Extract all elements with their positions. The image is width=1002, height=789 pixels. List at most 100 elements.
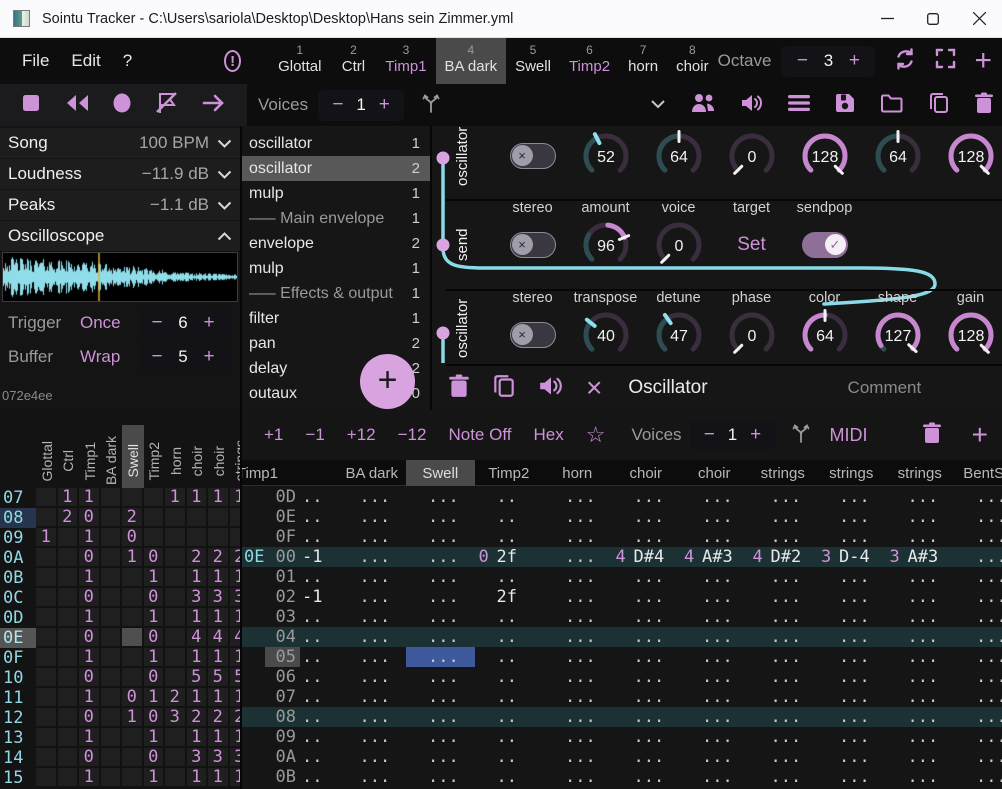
note-cell[interactable]: ... <box>543 767 612 787</box>
order-cell[interactable]: 1 <box>230 488 241 508</box>
open-folder-icon[interactable] <box>880 93 904 118</box>
note-cell[interactable]: .. <box>475 747 544 767</box>
order-cell[interactable] <box>58 628 80 648</box>
note-cell[interactable]: ... <box>338 607 407 627</box>
track-header-swell[interactable]: Swell <box>406 460 475 486</box>
order-cell[interactable]: 5 <box>230 668 241 688</box>
note-cell[interactable]: ... <box>817 507 886 527</box>
note-cell[interactable]: ... <box>886 527 955 547</box>
order-cell[interactable] <box>101 508 123 528</box>
note-cell[interactable]: ... <box>749 587 818 607</box>
buffer-mode-button[interactable]: Wrap <box>80 347 120 367</box>
note-cell[interactable]: ... <box>749 647 818 667</box>
stereo-toggle[interactable]: × <box>510 143 556 169</box>
order-cell[interactable] <box>101 708 123 728</box>
order-cell[interactable] <box>101 668 123 688</box>
volume-icon[interactable] <box>740 92 764 119</box>
order-cell[interactable] <box>122 568 144 588</box>
note-cell[interactable]: ... <box>338 667 407 687</box>
note-cell[interactable]: ... <box>338 527 407 547</box>
note-cell[interactable]: ... <box>680 567 749 587</box>
order-cell[interactable] <box>165 508 187 528</box>
note-cell[interactable]: ... <box>749 607 818 627</box>
order-cell[interactable]: 1 <box>36 528 58 548</box>
order-cell[interactable]: 1 <box>208 488 230 508</box>
order-cell[interactable]: 1 <box>187 568 209 588</box>
order-column-header-swell[interactable]: Swell <box>122 425 144 497</box>
order-cell[interactable]: 1 <box>208 648 230 668</box>
rewind-button[interactable] <box>64 93 90 118</box>
note-cell[interactable]: ... <box>749 507 818 527</box>
note-voices-decrement-button[interactable]: − <box>700 424 720 446</box>
order-cell[interactable] <box>165 568 187 588</box>
order-cell[interactable] <box>36 568 58 588</box>
note-cell[interactable]: ... <box>954 747 1002 767</box>
note-cell[interactable]: ... <box>817 567 886 587</box>
note-cell[interactable]: ... <box>886 747 955 767</box>
oscilloscope-row[interactable]: Oscilloscope <box>0 221 240 251</box>
unit-list-item-Mainenvelope[interactable]: ––– Main envelope1 <box>242 206 430 231</box>
note-cell[interactable]: ... <box>680 627 749 647</box>
note-cell[interactable]: ... <box>817 587 886 607</box>
order-cell[interactable]: 1 <box>187 728 209 748</box>
order-cell[interactable]: 1 <box>79 648 101 668</box>
order-cell[interactable]: 4 <box>187 628 209 648</box>
order-cell[interactable]: 3 <box>187 588 209 608</box>
note-cell[interactable]: ... <box>954 547 1002 567</box>
note-cell[interactable]: ... <box>543 627 612 647</box>
order-cell[interactable] <box>58 528 80 548</box>
note-cell[interactable]: -1 <box>300 587 338 607</box>
voices-increment-button[interactable]: + <box>374 94 394 116</box>
order-cell[interactable]: 1 <box>144 648 166 668</box>
order-cell[interactable] <box>165 728 187 748</box>
voice-split-icon[interactable] <box>420 92 442 119</box>
note-cell[interactable]: ... <box>406 507 475 527</box>
order-cell[interactable] <box>36 628 58 648</box>
note-cell[interactable]: .. <box>475 527 544 547</box>
note-cell[interactable]: .. <box>300 487 338 507</box>
note-cell[interactable]: ... <box>749 687 818 707</box>
order-cell[interactable] <box>101 488 123 508</box>
order-cell[interactable] <box>36 708 58 728</box>
order-cell[interactable]: 1 <box>187 688 209 708</box>
note-cell[interactable]: ... <box>406 687 475 707</box>
note-cell[interactable]: ... <box>406 627 475 647</box>
note-cell[interactable]: ... <box>338 647 407 667</box>
maximize-button[interactable] <box>910 0 956 37</box>
order-cell[interactable] <box>165 668 187 688</box>
note-cell[interactable]: ... <box>817 767 886 787</box>
note-cell[interactable]: ... <box>543 507 612 527</box>
note-button-minus1[interactable]: −1 <box>305 425 324 445</box>
knob-param[interactable]: 128 <box>945 130 997 182</box>
order-cell[interactable]: 1 <box>79 688 101 708</box>
note-cell[interactable]: ... <box>612 487 681 507</box>
trigger-decrement-button[interactable]: − <box>146 312 168 334</box>
note-cell[interactable]: ... <box>817 627 886 647</box>
order-cell[interactable]: 1 <box>122 548 144 568</box>
note-cell[interactable]: ... <box>338 507 407 527</box>
note-cell[interactable]: ... <box>817 647 886 667</box>
order-cell[interactable] <box>58 568 80 588</box>
note-cell[interactable]: ... <box>612 767 681 787</box>
note-cell[interactable]: ... <box>886 707 955 727</box>
note-cell[interactable]: ... <box>543 587 612 607</box>
order-cell[interactable] <box>58 548 80 568</box>
track-header-ba-dark[interactable]: BA dark <box>338 460 407 486</box>
note-cell[interactable]: .. <box>300 707 338 727</box>
order-cell[interactable] <box>165 588 187 608</box>
note-cell[interactable]: ... <box>954 487 1002 507</box>
note-cell[interactable]: ... <box>543 667 612 687</box>
unit-list-item-envelope[interactable]: envelope2 <box>242 231 430 256</box>
note-cell[interactable]: ... <box>612 647 681 667</box>
order-cell[interactable]: 1 <box>144 608 166 628</box>
note-cell[interactable]: ... <box>406 487 475 507</box>
note-cell[interactable]: .. <box>475 767 544 787</box>
order-cell[interactable]: 1 <box>79 488 101 508</box>
knob-detune[interactable]: 47 <box>653 309 705 361</box>
copy-icon[interactable] <box>928 91 950 120</box>
order-column-header-glottal[interactable]: Glottal <box>36 425 58 497</box>
order-cell[interactable] <box>58 728 80 748</box>
note-cell[interactable]: .. <box>475 647 544 667</box>
order-cell[interactable] <box>101 688 123 708</box>
order-cell[interactable]: 1 <box>144 688 166 708</box>
